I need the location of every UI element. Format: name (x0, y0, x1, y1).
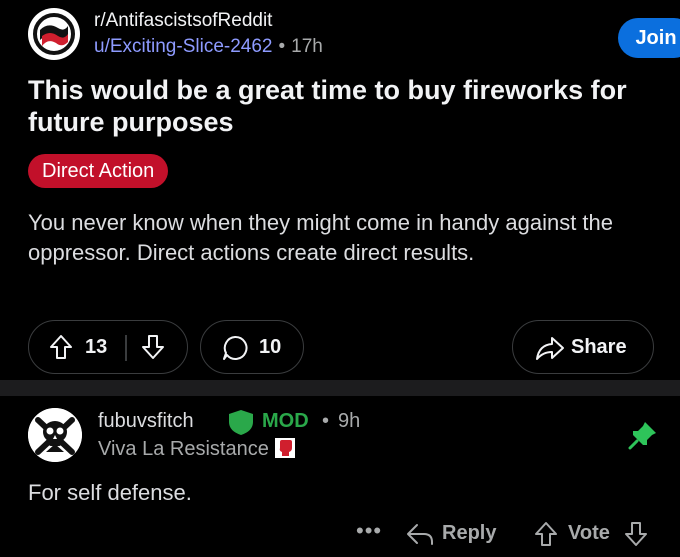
arrow-up-icon[interactable] (534, 521, 558, 552)
post-body: You never know when they might come in h… (28, 210, 613, 265)
vote-control: 13 (28, 320, 188, 374)
meta-separator: • (278, 36, 286, 57)
post-age: 17h (291, 36, 323, 57)
upvote-count: 13 (85, 336, 108, 358)
comment-text: For self defense. (28, 480, 192, 505)
comment-age: 9h (338, 410, 361, 432)
reply-button[interactable]: Reply (442, 522, 496, 545)
comment-username[interactable]: fubuvsfitch (98, 410, 194, 433)
comment-actions: ••• Reply Vote (0, 516, 680, 552)
reply-arrow-icon[interactable] (406, 522, 434, 551)
share-arrow-icon (535, 334, 565, 367)
speech-bubble-icon (221, 334, 249, 367)
join-button[interactable]: Join (618, 18, 680, 58)
arrow-down-icon[interactable] (141, 334, 165, 365)
comment-item: fubuvsfitch MOD • 9h Viva La Resistance … (0, 396, 680, 557)
section-divider (0, 380, 680, 396)
author-link[interactable]: u/Exciting-Slice-2462 (94, 36, 272, 57)
raised-fist-icon (274, 438, 295, 458)
vote-divider (125, 335, 127, 361)
comments-button[interactable]: 10 (200, 320, 304, 374)
user-flair: Viva La Resistance (98, 438, 295, 461)
post-meta: u/Exciting-Slice-2462 • 17h (94, 36, 323, 58)
shield-icon (226, 408, 256, 441)
pin-icon (628, 420, 658, 455)
comment-meta-separator: • (322, 410, 330, 432)
user-flair-text: Viva La Resistance (98, 438, 269, 460)
vote-label: Vote (568, 522, 610, 544)
post-card: r/AntifascistsofReddit u/Exciting-Slice-… (0, 0, 680, 380)
arrow-up-icon[interactable] (49, 334, 73, 365)
comment-count: 10 (259, 336, 282, 358)
share-button[interactable]: Share (512, 320, 654, 374)
post-title[interactable]: This would be a great time to buy firewo… (28, 74, 668, 138)
share-label: Share (571, 336, 627, 358)
subreddit-name[interactable]: r/AntifascistsofReddit (94, 10, 272, 32)
mod-badge: MOD (262, 410, 309, 432)
skull-crossbones-icon[interactable] (28, 408, 82, 462)
post-header: r/AntifascistsofReddit u/Exciting-Slice-… (28, 6, 680, 62)
antifa-flag-icon[interactable] (28, 8, 80, 60)
post-flair[interactable]: Direct Action (28, 154, 169, 188)
arrow-down-icon[interactable] (624, 521, 648, 552)
more-options-button[interactable]: ••• (356, 518, 382, 544)
